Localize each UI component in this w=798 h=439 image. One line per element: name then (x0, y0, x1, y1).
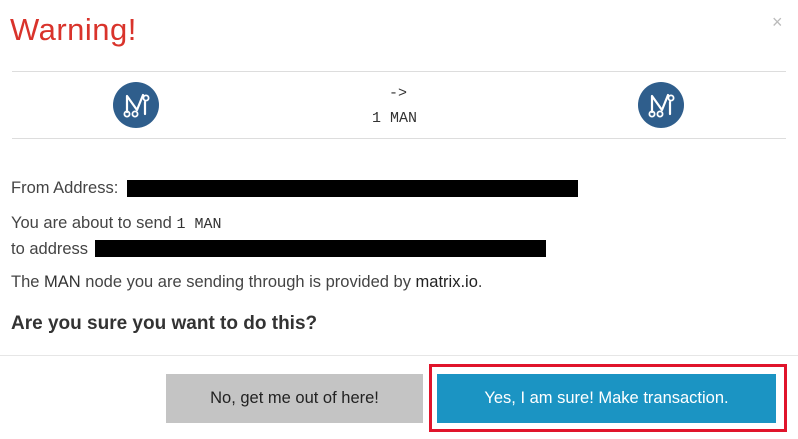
node-prefix: The (11, 273, 40, 291)
redacted-from-address (127, 180, 578, 197)
from-address-line: From Address: (11, 179, 118, 198)
node-provider: matrix.io (415, 273, 478, 291)
from-address-label: From Address: (11, 179, 119, 197)
transfer-arrow: -> (389, 85, 408, 102)
transfer-amount: 1 MAN (372, 110, 418, 127)
node-coin: MAN (44, 273, 81, 291)
to-address-line: to address (11, 240, 88, 259)
matrix-logo-icon (113, 82, 159, 128)
node-suffix: . (477, 273, 483, 291)
confirm-question: Are you sure you want to do this? (11, 313, 318, 334)
close-icon[interactable]: × (772, 12, 783, 33)
divider-footer (0, 355, 798, 356)
confirm-transaction-button[interactable]: Yes, I am sure! Make transaction. (437, 374, 776, 423)
node-info-line: The MAN node you are sending through is … (11, 273, 482, 292)
send-amount: 1 MAN (176, 216, 222, 233)
divider-summary (12, 138, 786, 139)
send-line: You are about to send 1 MAN (11, 214, 221, 233)
to-address-label: to address (11, 240, 89, 258)
redacted-to-address (95, 240, 546, 257)
modal-title: Warning! (10, 12, 137, 47)
divider-top (12, 71, 786, 72)
node-middle: node you are sending through is provided… (85, 273, 411, 291)
matrix-logo-icon (638, 82, 684, 128)
cancel-button[interactable]: No, get me out of here! (166, 374, 423, 423)
send-prefix: You are about to send (11, 214, 172, 232)
